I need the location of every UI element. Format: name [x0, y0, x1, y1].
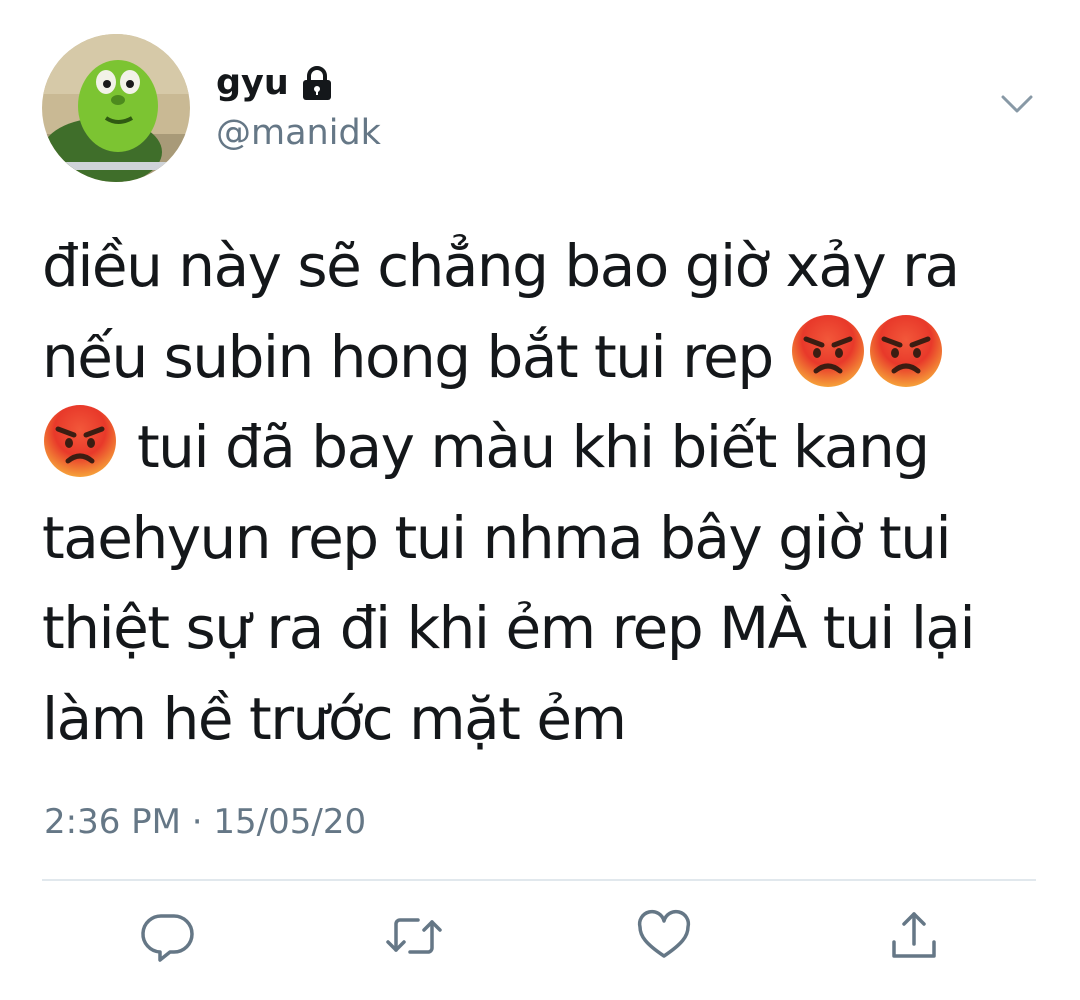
avatar[interactable] — [42, 34, 190, 182]
tweet-line: taehyun rep tui nhma bây giờ tui — [42, 503, 952, 572]
display-name-text[interactable]: gyu — [216, 62, 289, 104]
lock-icon — [301, 66, 333, 100]
share-icon — [892, 912, 936, 958]
share-button[interactable] — [884, 906, 944, 966]
avatar-image — [42, 34, 190, 182]
user-info: gyu @manidk — [216, 62, 381, 154]
like-button[interactable] — [634, 906, 694, 966]
user-handle[interactable]: @manidk — [216, 112, 381, 154]
chevron-down-icon[interactable] — [1000, 92, 1034, 116]
pouting-face-emoji — [868, 313, 944, 389]
timestamp[interactable]: 2:36 PM · 15/05/20 — [44, 800, 366, 844]
action-bar — [0, 906, 1080, 970]
pouting-face-emoji — [790, 313, 866, 389]
retweet-icon — [386, 918, 442, 954]
heart-icon — [637, 909, 691, 958]
tweet-line: nếu subin hong bắt tui rep — [42, 322, 774, 391]
tweet-line: điều này sẽ chẳng bao giờ xảy ra — [42, 232, 960, 300]
tweet-line: làm hề trước mặt ẻm — [42, 684, 627, 753]
reply-button[interactable] — [138, 906, 198, 966]
tweet-line: tui đã bay màu khi biết kang — [136, 413, 930, 481]
pouting-face-emoji — [42, 403, 118, 479]
tweet-line: thiệt sự ra đi khi ẻm rep MÀ tui lại — [42, 594, 976, 662]
divider — [42, 879, 1036, 881]
retweet-button[interactable] — [384, 906, 444, 966]
tweet-text: điều này sẽ chẳng bao giờ xảy ra nếu sub… — [42, 221, 1042, 764]
reply-icon — [141, 914, 194, 962]
tweet-card: gyu @manidk điều này sẽ chẳng bao giờ xả… — [0, 0, 1080, 1000]
display-name[interactable]: gyu — [216, 62, 381, 104]
